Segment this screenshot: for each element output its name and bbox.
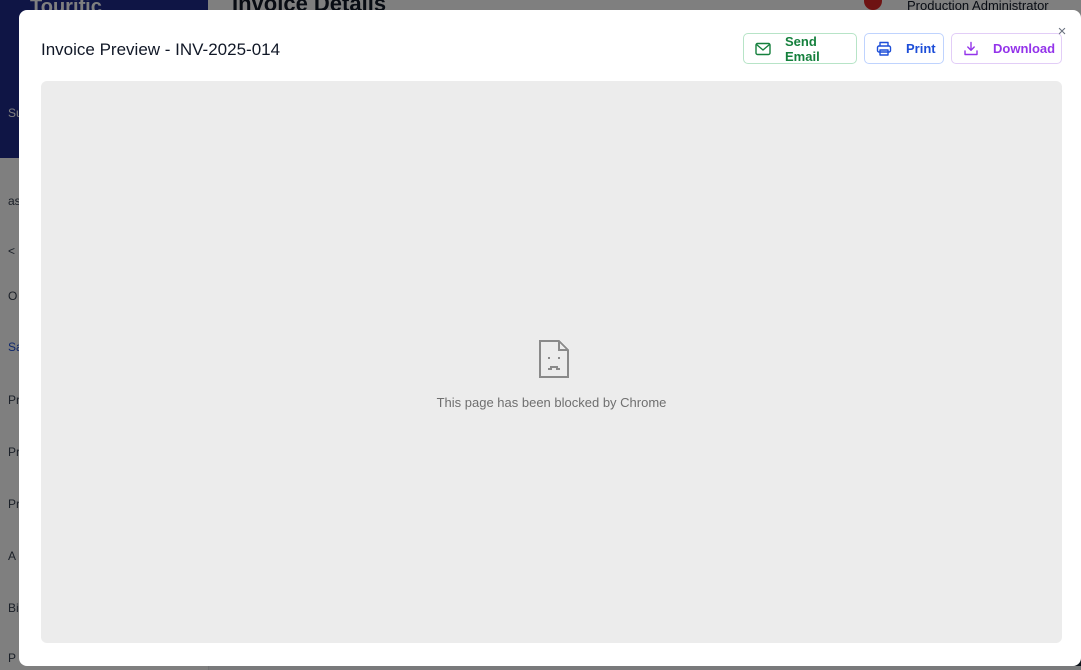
print-button[interactable]: Print [864,33,944,64]
mail-icon [755,42,771,56]
close-button[interactable]: × [1055,24,1069,40]
download-button[interactable]: Download [951,33,1062,64]
modal-title: Invoice Preview - INV-2025-014 [41,40,281,59]
print-label: Print [906,41,936,56]
sad-document-icon [538,339,570,384]
send-email-button[interactable]: Send Email [743,33,857,64]
download-label: Download [993,41,1056,56]
printer-icon [876,41,892,56]
invoice-preview-modal: Invoice Preview - INV-2025-014 Send Emai… [19,10,1081,666]
blocked-message: This page has been blocked by Chrome [436,395,667,410]
send-email-label: Send Email [785,33,820,64]
invoice-preview-frame[interactable]: This page has been blocked by Chrome [41,81,1062,643]
download-icon [963,41,979,56]
